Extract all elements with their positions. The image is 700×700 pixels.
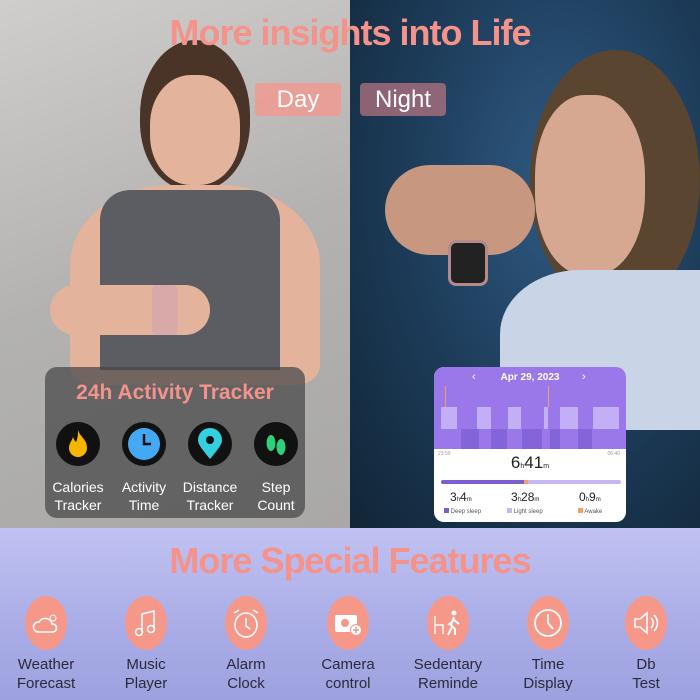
activity-item-steps: Step Count (243, 422, 309, 514)
legend-deep: Deep sleep (444, 508, 481, 515)
sleep-date: Apr 29, 2023 (500, 372, 560, 383)
label: Music (126, 656, 166, 673)
label: Display (523, 675, 573, 692)
woman-arm (50, 285, 210, 335)
legend-awake: Awake (578, 508, 602, 515)
footprints-icon (254, 422, 298, 466)
feature-weather: Weather Forecast (1, 596, 91, 693)
activity-item-calories: Calories Tracker (45, 422, 111, 514)
minutes: 41 (524, 453, 544, 472)
light-sleep-value: 3h28m (511, 490, 540, 504)
feature-camera: Camera control (303, 596, 393, 693)
awake-value: 0h9m (579, 490, 601, 504)
page-title: More insights into Life (169, 12, 532, 53)
feature-sedentary: Sedentary Reminde (403, 596, 493, 693)
label: Time (128, 497, 160, 513)
label: control (325, 675, 371, 692)
feature-alarm: Alarm Clock (201, 596, 291, 693)
label: Step (261, 479, 291, 495)
label: Weather (17, 656, 75, 673)
clock-icon (527, 596, 569, 650)
music-icon (125, 596, 167, 650)
activity-item-distance: Distance Tracker (177, 422, 243, 514)
label: Alarm (226, 656, 266, 673)
features-title: More Special Features (169, 540, 531, 581)
sedentary-icon (427, 596, 469, 650)
label: Tracker (54, 497, 102, 513)
label: Distance (182, 479, 238, 495)
feature-music: Music Player (101, 596, 191, 693)
legend-light: Light sleep (507, 508, 543, 515)
night-tab[interactable]: Night (360, 83, 446, 116)
clock-icon (122, 422, 166, 466)
label: Forecast (16, 675, 76, 692)
label: Count (257, 497, 295, 513)
activity-tracker-card: 24h Activity Tracker Calories Tracker Act… (45, 367, 305, 518)
tank-top (100, 190, 280, 370)
feature-db-test: Db Test (601, 596, 691, 693)
label: Camera (321, 656, 375, 673)
sleeper-face (535, 95, 645, 275)
speaker-icon (625, 596, 667, 650)
watch-night (448, 240, 488, 286)
day-tab[interactable]: Day (255, 83, 341, 116)
next-day-icon[interactable]: › (582, 371, 586, 383)
hours: 6 (510, 453, 521, 472)
label: Reminde (417, 675, 479, 692)
label: Test (632, 675, 660, 692)
label: Tracker (186, 497, 234, 513)
feature-time: Time Display (503, 596, 593, 693)
label: Player (124, 675, 168, 692)
flame-icon (56, 422, 100, 466)
deep-sleep-value: 3h4m (450, 490, 472, 504)
watch-day (152, 285, 178, 335)
label: Sedentary (413, 656, 483, 673)
sleep-total: 6h41m (510, 453, 550, 472)
weather-icon (25, 596, 67, 650)
label: Calories (52, 479, 104, 495)
label: Time (531, 656, 565, 673)
sleep-card: ‹ Apr 29, 2023 › 23:59 06:40 6h41m 3h4m … (434, 367, 626, 522)
label: Db (636, 656, 656, 673)
camera-icon (327, 596, 369, 650)
activity-title: 24h Activity Tracker (76, 381, 274, 404)
sleep-chart: ‹ Apr 29, 2023 › (434, 367, 626, 449)
alarm-clock-icon (225, 596, 267, 650)
sleep-progress (441, 480, 621, 484)
label: Activity (121, 479, 167, 495)
location-pin-icon (188, 422, 232, 466)
woman-face (150, 75, 240, 185)
activity-item-time: Activity Time (111, 422, 177, 514)
label: Clock (227, 675, 265, 692)
